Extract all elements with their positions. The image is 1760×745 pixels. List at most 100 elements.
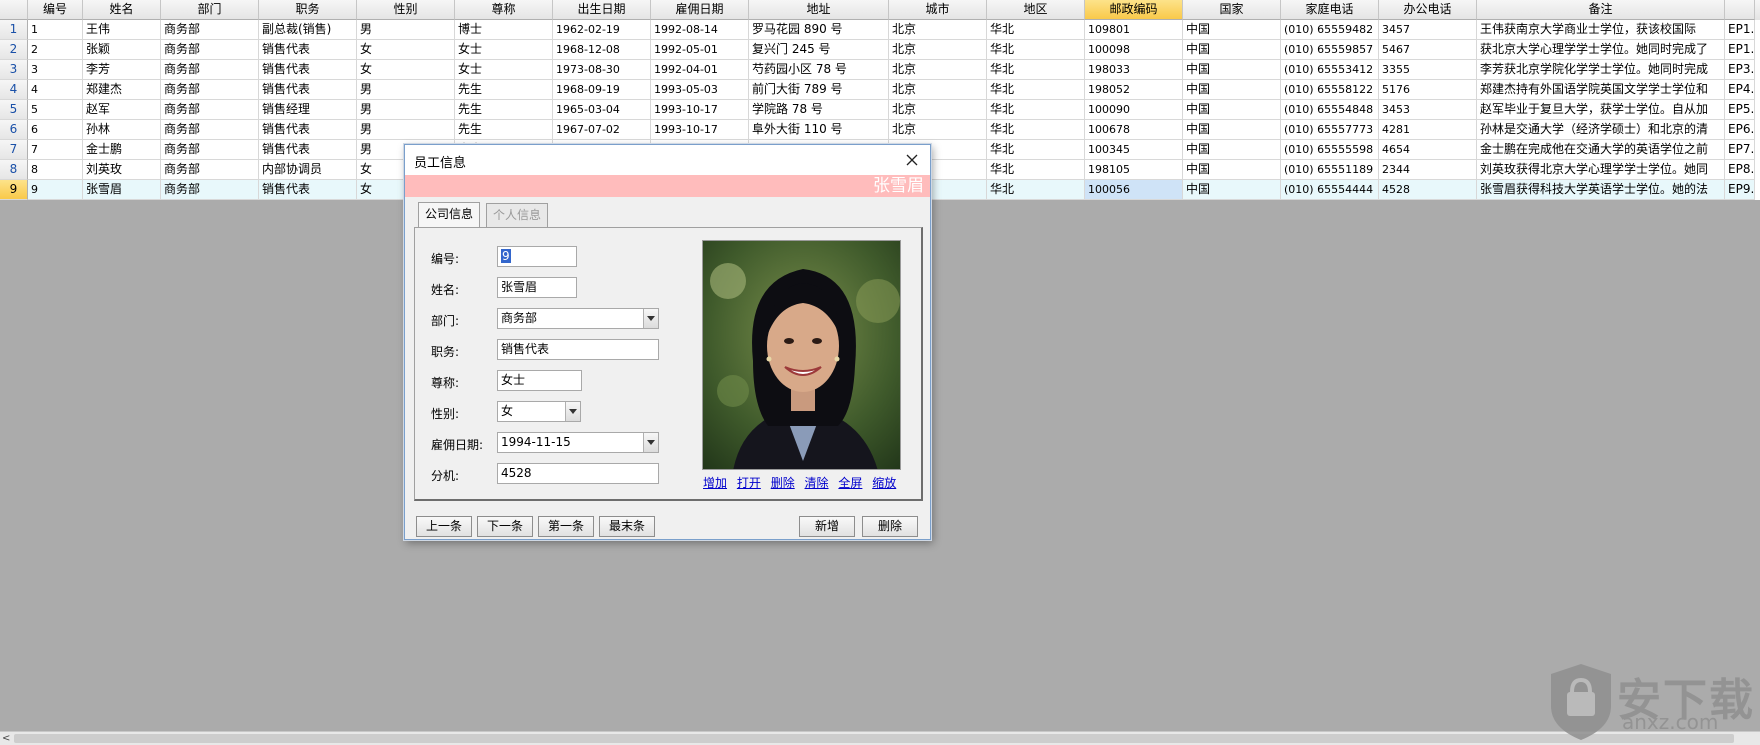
chevron-down-icon[interactable] (643, 309, 658, 328)
table-cell[interactable]: 销售代表 (259, 120, 357, 140)
table-cell[interactable]: 销售代表 (259, 60, 357, 80)
table-cell[interactable]: 金士鹏 (83, 140, 161, 160)
table-cell[interactable]: 1968-12-08 (553, 40, 651, 60)
table-cell[interactable]: 100090 (1085, 100, 1183, 120)
row-header[interactable]: 8 (0, 160, 28, 180)
table-cell[interactable]: 1992-04-01 (651, 60, 749, 80)
table-cell[interactable]: EP9.I (1725, 180, 1755, 200)
table-cell[interactable]: 张雪眉 (83, 180, 161, 200)
table-cell[interactable]: 1967-07-02 (553, 120, 651, 140)
horizontal-scrollbar[interactable]: < (0, 731, 1760, 745)
table-cell[interactable]: 销售代表 (259, 140, 357, 160)
column-header[interactable]: 办公电话 (1379, 0, 1477, 20)
table-cell[interactable]: 孙林 (83, 120, 161, 140)
table-cell[interactable]: 金士鹏在完成他在交通大学的英语学位之前 (1477, 140, 1725, 160)
table-cell[interactable]: 李芳获北京学院化学学士学位。她同时完成 (1477, 60, 1725, 80)
table-cell[interactable]: (010) 65554848 (1281, 100, 1379, 120)
table-cell[interactable]: 李芳 (83, 60, 161, 80)
table-cell[interactable]: 华北 (987, 180, 1085, 200)
table-cell[interactable]: 5467 (1379, 40, 1477, 60)
table-cell[interactable]: 7 (28, 140, 83, 160)
table-cell[interactable]: 109801 (1085, 20, 1183, 40)
dept-select[interactable]: 商务部 (497, 308, 659, 329)
title-field[interactable]: 销售代表 (497, 339, 659, 360)
column-header[interactable]: 尊称 (455, 0, 553, 20)
column-header[interactable]: 地区 (987, 0, 1085, 20)
table-cell[interactable]: 中国 (1183, 80, 1281, 100)
table-cell[interactable]: 商务部 (161, 60, 259, 80)
table-cell[interactable]: 1965-03-04 (553, 100, 651, 120)
table-cell[interactable]: 中国 (1183, 160, 1281, 180)
close-button[interactable] (901, 149, 923, 171)
fullscreen-photo-link[interactable]: 全屏 (838, 476, 862, 490)
table-cell[interactable]: (010) 65558122 (1281, 80, 1379, 100)
table-cell[interactable]: 王伟获南京大学商业士学位，获该校国际 (1477, 20, 1725, 40)
column-header[interactable]: 邮政编码 (1085, 0, 1183, 20)
table-cell[interactable]: 3355 (1379, 60, 1477, 80)
open-photo-link[interactable]: 打开 (737, 476, 761, 490)
table-cell[interactable]: 198105 (1085, 160, 1183, 180)
column-header[interactable]: 出生日期 (553, 0, 651, 20)
table-cell[interactable]: 198052 (1085, 80, 1183, 100)
row-header[interactable]: 2 (0, 40, 28, 60)
new-button[interactable]: 新增 (799, 516, 855, 537)
add-photo-link[interactable]: 增加 (703, 476, 727, 490)
table-cell[interactable]: 刘英玫 (83, 160, 161, 180)
first-record-button[interactable]: 第一条 (538, 516, 594, 537)
table-cell[interactable]: 1962-02-19 (553, 20, 651, 40)
table-cell[interactable]: 4654 (1379, 140, 1477, 160)
table-cell[interactable]: (010) 65554444 (1281, 180, 1379, 200)
table-cell[interactable]: 销售代表 (259, 80, 357, 100)
table-cell[interactable]: 女士 (455, 60, 553, 80)
table-cell[interactable]: 销售经理 (259, 100, 357, 120)
table-cell[interactable]: 张雪眉获得科技大学英语学士学位。她的法 (1477, 180, 1725, 200)
table-cell[interactable]: 商务部 (161, 80, 259, 100)
table-cell[interactable]: 华北 (987, 60, 1085, 80)
table-cell[interactable]: 5 (28, 100, 83, 120)
clear-photo-link[interactable]: 清除 (805, 476, 829, 490)
gender-select[interactable]: 女 (497, 401, 581, 422)
hire-date-picker[interactable]: 1994-11-15 (497, 432, 659, 453)
table-cell[interactable]: 100345 (1085, 140, 1183, 160)
table-cell[interactable]: 3457 (1379, 20, 1477, 40)
table-cell[interactable]: 商务部 (161, 20, 259, 40)
column-header[interactable] (1725, 0, 1755, 20)
table-cell[interactable]: 1993-10-17 (651, 120, 749, 140)
table-cell[interactable]: 1992-08-14 (651, 20, 749, 40)
table-cell[interactable]: EP1.I (1725, 40, 1755, 60)
tab-company-info[interactable]: 公司信息 (418, 202, 481, 228)
row-header[interactable]: 6 (0, 120, 28, 140)
delete-button[interactable]: 删除 (862, 516, 918, 537)
table-cell[interactable]: 中国 (1183, 40, 1281, 60)
table-row[interactable]: 1 1 王伟 商务部 副总裁(销售) 男博士 1962-02-19 1992-08-14 罗马花… (0, 20, 1760, 40)
table-cell[interactable]: 商务部 (161, 100, 259, 120)
column-header[interactable]: 编号 (28, 0, 83, 20)
zoom-photo-link[interactable]: 缩放 (872, 476, 896, 490)
table-cell[interactable]: 中国 (1183, 20, 1281, 40)
scroll-thumb[interactable] (14, 734, 1734, 743)
chevron-down-icon[interactable] (565, 402, 580, 421)
column-header[interactable]: 职务 (259, 0, 357, 20)
table-cell[interactable]: 2 (28, 40, 83, 60)
table-cell[interactable]: 张颖 (83, 40, 161, 60)
table-cell[interactable]: 1968-09-19 (553, 80, 651, 100)
employee-photo[interactable] (702, 240, 901, 470)
column-header[interactable]: 家庭电话 (1281, 0, 1379, 20)
table-cell[interactable]: 销售代表 (259, 180, 357, 200)
table-cell[interactable]: 3 (28, 60, 83, 80)
table-cell[interactable]: 赵军毕业于复旦大学，获学士学位。自从加 (1477, 100, 1725, 120)
column-header[interactable]: 部门 (161, 0, 259, 20)
table-cell[interactable]: 北京 (889, 80, 987, 100)
table-cell[interactable]: 商务部 (161, 40, 259, 60)
table-cell[interactable]: 4281 (1379, 120, 1477, 140)
table-cell[interactable]: 华北 (987, 120, 1085, 140)
table-cell[interactable]: 北京 (889, 100, 987, 120)
table-cell[interactable]: EP5.I (1725, 100, 1755, 120)
column-header[interactable]: 姓名 (83, 0, 161, 20)
table-cell[interactable]: 1 (28, 20, 83, 40)
table-cell[interactable]: 华北 (987, 140, 1085, 160)
table-cell[interactable]: 北京 (889, 120, 987, 140)
table-cell[interactable]: (010) 65551189 (1281, 160, 1379, 180)
table-cell[interactable]: (010) 65553412 (1281, 60, 1379, 80)
table-cell[interactable]: 罗马花园 890 号 (749, 20, 889, 40)
